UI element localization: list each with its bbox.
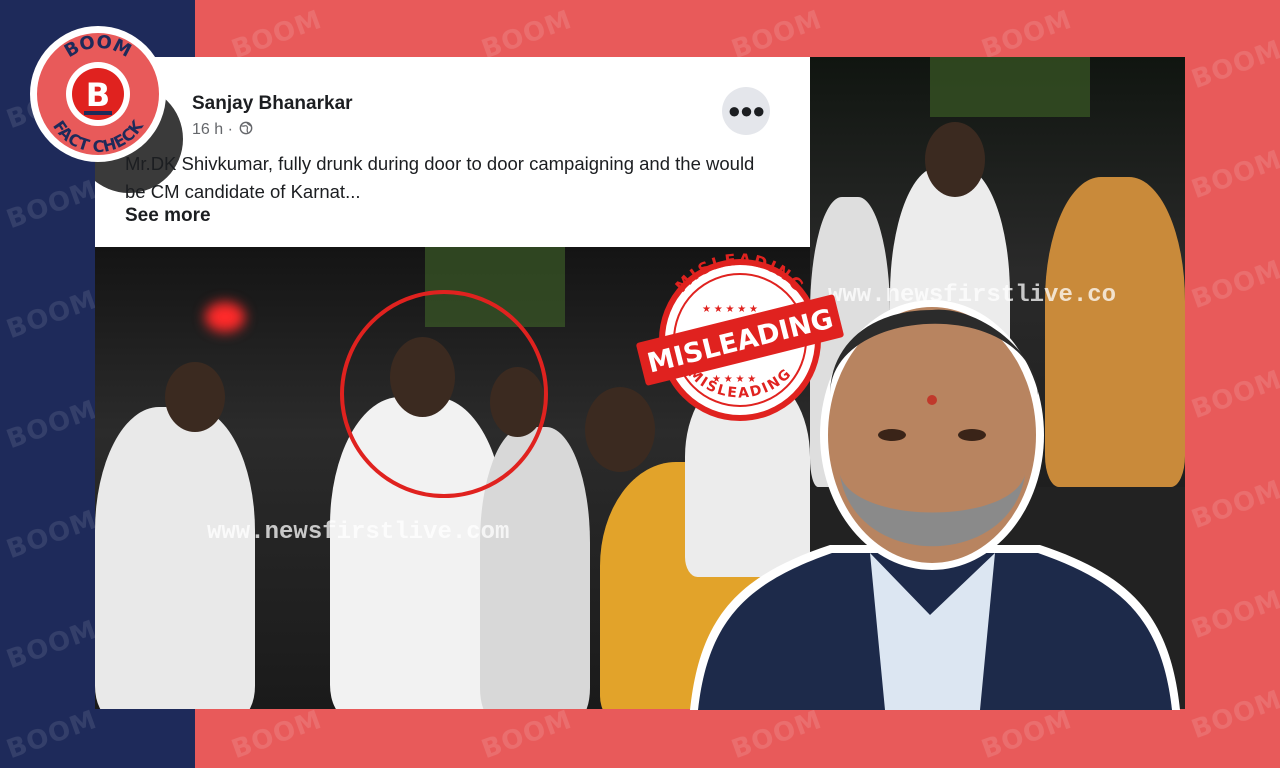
light-glow [205,302,245,332]
globe-icon [239,121,253,135]
post-time-text: 16 h · [192,121,233,138]
post-text: Mr.DK Shivkumar, fully drunk during door… [125,153,755,202]
decoration-garland [930,57,1090,117]
ellipsis-icon: ●●● [727,98,766,123]
boom-fact-check-logo: B BOOM FACT CHECK [30,26,166,162]
see-more-link[interactable]: See more [125,205,211,227]
video-watermark-left: www.newsfirstlive.com [207,519,510,546]
highlight-circle [340,290,548,498]
author-name[interactable]: Sanjay Bhanarkar [192,93,353,115]
logo-letter: B [86,76,110,114]
crowd-head [165,362,225,432]
politician-portrait [690,300,1180,710]
facebook-post-card: Sanjay Bhanarkar 16 h · ●●● Mr.DK Shivku… [95,57,810,247]
post-time[interactable]: 16 h · [192,121,253,139]
more-options-button[interactable]: ●●● [722,87,770,135]
crowd-person [95,407,255,709]
crowd-head [925,122,985,197]
